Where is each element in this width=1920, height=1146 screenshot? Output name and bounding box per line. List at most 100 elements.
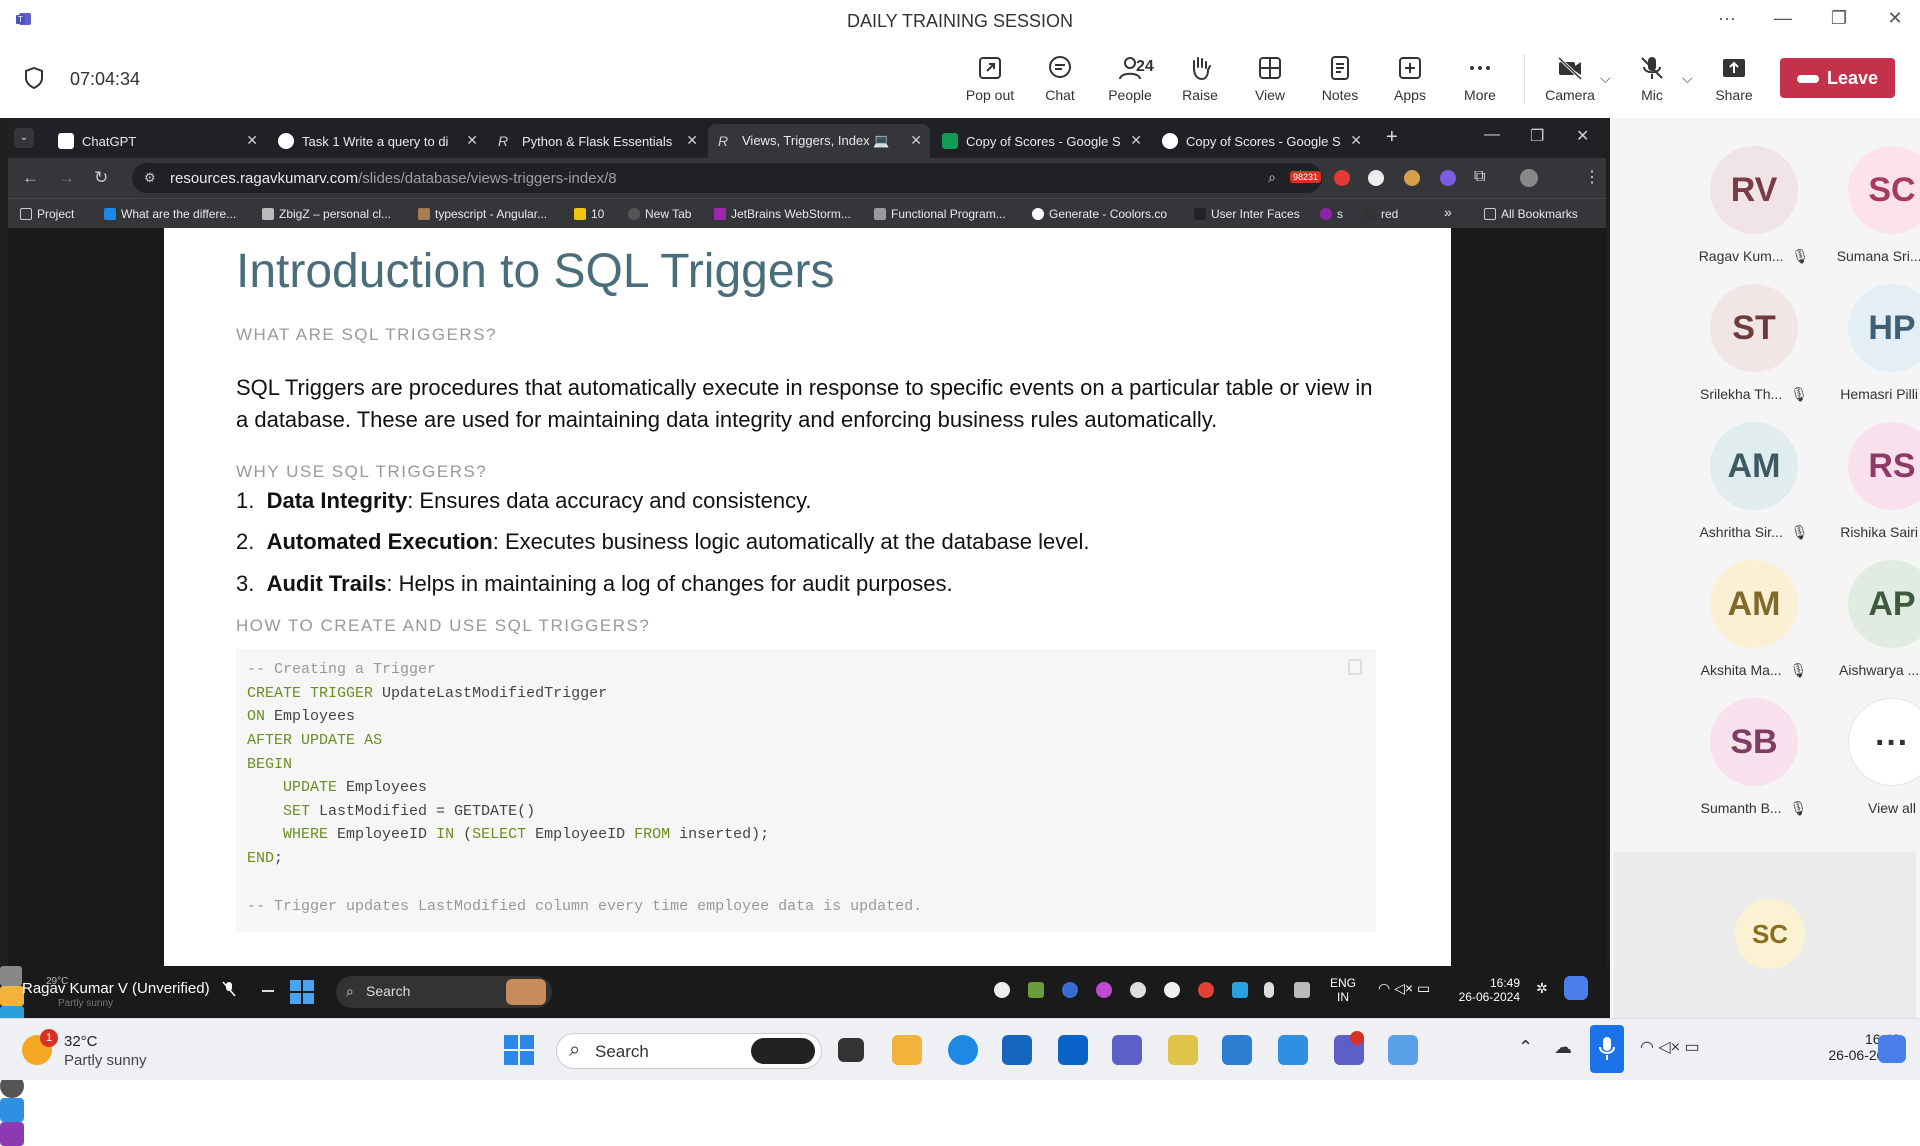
chat-button[interactable]: Chat: [1028, 54, 1092, 103]
bookmark-item[interactable]: Project: [20, 207, 74, 221]
copy-icon[interactable]: [1348, 659, 1362, 675]
bookmark-item[interactable]: ZbigZ – personal cl...: [262, 207, 391, 221]
more-button[interactable]: More: [1448, 54, 1512, 103]
windows-start-icon[interactable]: [504, 1035, 534, 1065]
file-explorer-icon[interactable]: [0, 986, 24, 1006]
bookmark-item[interactable]: Generate - Coolors.co: [1032, 207, 1167, 221]
shared-search-box[interactable]: ⌕ Search: [336, 976, 552, 1008]
notification-icon[interactable]: ✲: [1536, 980, 1548, 997]
tray-icon[interactable]: [1232, 982, 1248, 998]
tray-icon[interactable]: [994, 982, 1010, 998]
participant-tile[interactable]: AP Aishwarya ...🎙: [1827, 560, 1920, 679]
chevron-up-icon[interactable]: ⌃: [1518, 1037, 1533, 1058]
browser-minimize-icon[interactable]: —: [1484, 126, 1500, 144]
view-all-button[interactable]: ··· View all: [1827, 698, 1920, 816]
bookmark-item[interactable]: typescript - Angular...: [418, 207, 547, 221]
participant-tile[interactable]: AM Akshita Ma... 🎙: [1689, 560, 1819, 679]
tab-python-flask[interactable]: R Python & Flask Essentials ✕: [488, 124, 706, 158]
browser-restore-icon[interactable]: ❐: [1530, 126, 1544, 146]
tab-chatgpt[interactable]: ChatGPT ✕: [48, 124, 266, 158]
view-button[interactable]: View: [1238, 54, 1302, 103]
notes-button[interactable]: Notes: [1308, 54, 1372, 103]
edge-icon[interactable]: [948, 1035, 978, 1065]
bookmark-item[interactable]: 10: [574, 207, 604, 221]
cloud-icon[interactable]: [1164, 982, 1180, 998]
network-volume-icons[interactable]: ◠ ◁× ▭: [1378, 980, 1430, 997]
mic-options-chevron-icon[interactable]: ⌵: [1682, 70, 1693, 87]
wifi-volume-battery-icons[interactable]: ◠ ◁× ▭: [1640, 1037, 1700, 1057]
restore-icon[interactable]: ❐: [1824, 8, 1854, 29]
people-button[interactable]: 24 People: [1098, 54, 1162, 103]
raise-hand-button[interactable]: Raise: [1168, 54, 1232, 103]
participant-tile[interactable]: RV Ragav Kum... 🎙: [1689, 146, 1819, 265]
close-tab-icon[interactable]: ✕: [246, 132, 258, 149]
popout-button[interactable]: Pop out: [958, 54, 1022, 103]
profile-avatar[interactable]: [1520, 169, 1538, 187]
language-indicator[interactable]: ENG IN: [1328, 976, 1358, 1004]
windows-start-icon[interactable]: [290, 980, 314, 1004]
participant-tile[interactable]: SC Sumana Sri...🎙: [1827, 146, 1920, 265]
pen-icon[interactable]: [1294, 982, 1310, 998]
mic-button[interactable]: Mic: [1620, 54, 1684, 103]
extension-icon[interactable]: [1368, 170, 1384, 186]
notepad-icon[interactable]: [1222, 1035, 1252, 1065]
bookmark-item[interactable]: New Tab: [628, 207, 691, 221]
onedrive-icon[interactable]: ☁: [1554, 1037, 1572, 1058]
tab-search-icon[interactable]: ⌄: [14, 128, 34, 148]
bookmark-item[interactable]: s: [1320, 207, 1343, 221]
onenote-icon[interactable]: [0, 1122, 24, 1146]
bookmarks-overflow-icon[interactable]: »: [1444, 204, 1452, 220]
mic-icon[interactable]: [1264, 982, 1274, 998]
tab-task1[interactable]: Task 1 Write a query to di ✕: [268, 124, 486, 158]
tab-views-triggers[interactable]: R Views, Triggers, Index 💻 ✕: [708, 124, 930, 158]
tray-icon[interactable]: [1096, 982, 1112, 998]
tray-icon[interactable]: [1062, 982, 1078, 998]
participant-tile[interactable]: SB Sumanth B... 🎙: [1689, 698, 1819, 817]
vscode-icon[interactable]: [0, 1098, 24, 1122]
file-explorer-icon[interactable]: [892, 1035, 922, 1065]
bookmark-item[interactable]: What are the differe...: [104, 207, 236, 221]
reload-icon[interactable]: ↻: [94, 168, 108, 188]
close-tab-icon[interactable]: ✕: [686, 132, 698, 149]
extensions-puzzle-icon[interactable]: ⧉: [1474, 168, 1485, 186]
tab-scores-1[interactable]: Copy of Scores - Google S ✕: [932, 124, 1150, 158]
browser-close-icon[interactable]: ✕: [1576, 126, 1589, 146]
extension-icon[interactable]: [1440, 170, 1456, 186]
forward-icon[interactable]: →: [58, 168, 75, 188]
participant-tile[interactable]: ST Srilekha Th... 🎙: [1689, 284, 1819, 403]
store-icon[interactable]: [1002, 1035, 1032, 1065]
copilot-icon[interactable]: [1878, 1035, 1906, 1063]
task-view-icon[interactable]: [0, 966, 22, 986]
teams-icon[interactable]: [1112, 1035, 1142, 1065]
more-icon[interactable]: ···: [1712, 8, 1742, 29]
app-icon[interactable]: [1168, 1035, 1198, 1065]
bookmark-item[interactable]: JetBrains WebStorm...: [714, 207, 851, 221]
camera-options-chevron-icon[interactable]: ⌵: [1600, 70, 1611, 87]
address-bar[interactable]: ⚙ resources.ragavkumarv.com/slides/datab…: [132, 163, 1322, 193]
browser-menu-icon[interactable]: ⋮: [1584, 167, 1600, 187]
vscode-icon[interactable]: [1278, 1035, 1308, 1065]
outlook-icon[interactable]: [1058, 1035, 1088, 1065]
apps-button[interactable]: Apps: [1378, 54, 1442, 103]
extension-icon[interactable]: [1404, 170, 1420, 186]
extension-icon[interactable]: [1334, 170, 1350, 186]
close-tab-icon[interactable]: ✕: [1350, 132, 1362, 149]
tray-icon[interactable]: [1198, 982, 1214, 998]
close-tab-icon[interactable]: ✕: [910, 132, 922, 149]
close-icon[interactable]: ✕: [1880, 8, 1910, 29]
back-icon[interactable]: ←: [22, 168, 39, 188]
taskbar-search-box[interactable]: ⌕ Search: [556, 1033, 822, 1069]
tray-icon[interactable]: [1130, 982, 1146, 998]
participant-tile[interactable]: HP Hemasri Pilli🎙: [1827, 284, 1920, 403]
camera-button[interactable]: Camera: [1538, 54, 1602, 103]
bookmark-item[interactable]: Functional Program...: [874, 207, 1006, 221]
task-view-icon[interactable]: [838, 1038, 864, 1062]
tab-scores-2[interactable]: Copy of Scores - Google S ✕: [1152, 124, 1370, 158]
tray-icon[interactable]: [1028, 982, 1044, 998]
new-tab-icon[interactable]: +: [1386, 126, 1398, 149]
minimize-icon[interactable]: —: [1768, 8, 1798, 29]
close-tab-icon[interactable]: ✕: [466, 132, 478, 149]
zoom-icon[interactable]: ⌕: [1268, 169, 1276, 186]
leave-button[interactable]: Leave: [1780, 58, 1895, 98]
site-settings-icon[interactable]: ⚙: [144, 170, 156, 186]
